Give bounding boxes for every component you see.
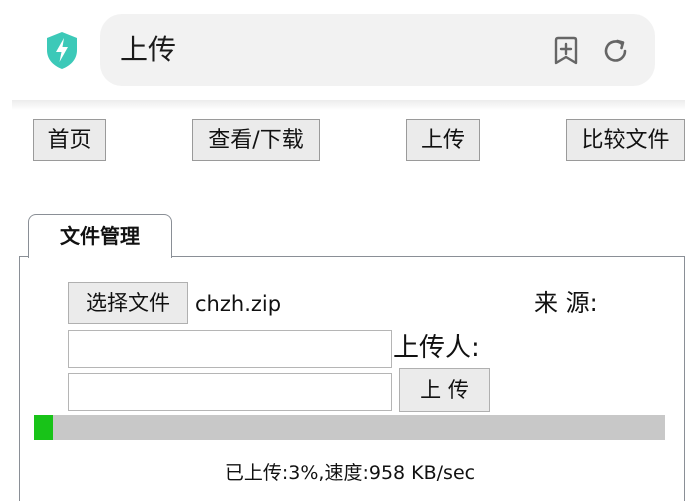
upload-progress-bar <box>34 415 665 440</box>
upload-nav-button[interactable]: 上传 <box>406 119 480 161</box>
text-field-1[interactable] <box>68 330 392 368</box>
address-bar[interactable]: 上传 <box>100 14 655 86</box>
source-label: 来 源: <box>534 289 598 317</box>
choose-file-button[interactable]: 选择文件 <box>68 282 188 324</box>
upload-status-text: 已上传:3%,速度:958 KB/sec <box>224 462 476 484</box>
upload-submit-button[interactable]: 上 传 <box>399 368 490 412</box>
uploader-label: 上传人: <box>393 333 480 363</box>
page-title: 上传 <box>120 33 177 66</box>
view-download-button[interactable]: 查看/下载 <box>192 119 320 161</box>
toolbar-divider <box>12 100 685 110</box>
text-field-2[interactable] <box>68 373 392 411</box>
shield-bolt-icon[interactable] <box>44 30 80 70</box>
compare-files-button[interactable]: 比较文件 <box>566 119 685 161</box>
reload-icon[interactable] <box>602 36 630 66</box>
add-bookmark-icon[interactable] <box>552 36 580 66</box>
upload-progress-fill <box>34 415 53 440</box>
page: 上传 首页 查看/下载 上传 比较文件 文件管理 选择文件 chzh.zip 来… <box>0 0 685 501</box>
tab-file-management[interactable]: 文件管理 <box>28 214 172 258</box>
home-button[interactable]: 首页 <box>33 119 106 161</box>
selected-file-name: chzh.zip <box>195 292 282 316</box>
